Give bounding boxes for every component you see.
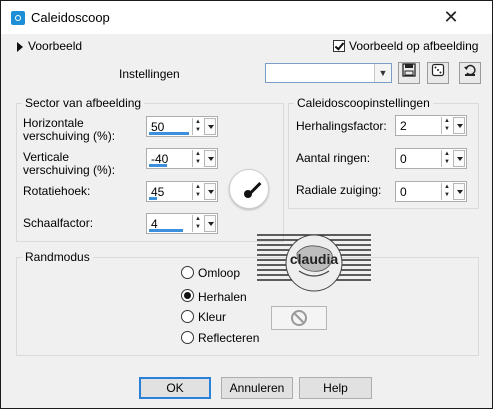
chevron-down-icon[interactable]: ▼ — [374, 64, 391, 82]
edge-option-color-radio[interactable] — [181, 310, 194, 323]
scale-label: Schaalfactor: — [23, 216, 94, 230]
h-offset-spinner[interactable]: 50 ▲ ▼ — [146, 116, 218, 137]
up-down-arrows-icon[interactable]: ▲ ▼ — [441, 117, 452, 134]
svg-text:claudia: claudia — [290, 251, 338, 267]
title-bar: Caleidoscoop ✕ — [1, 1, 492, 34]
h-offset-label-line2: verschuiving (%): — [23, 129, 116, 143]
kaleido-group-title: Caleidoscoopinstellingen — [294, 96, 433, 110]
disabled-icon — [291, 310, 307, 326]
window-title: Caleidoscoop — [31, 10, 110, 25]
dropdown-arrow-icon[interactable] — [453, 183, 465, 200]
v-offset-spinner[interactable]: -40 ▲ ▼ — [146, 148, 218, 169]
repeat-spinner[interactable]: 2 ▲ ▼ — [395, 115, 467, 136]
help-button[interactable]: Help — [299, 377, 372, 399]
repeat-value[interactable]: 2 — [400, 119, 407, 133]
edge-option-wrap-radio[interactable] — [181, 266, 194, 279]
up-down-arrows-icon[interactable]: ▲ ▼ — [441, 183, 452, 200]
expand-arrow-icon — [17, 41, 23, 52]
edge-option-repeat-radio[interactable] — [181, 289, 194, 302]
up-down-arrows-icon[interactable]: ▲ ▼ — [441, 150, 452, 167]
radial-value[interactable]: 0 — [400, 185, 407, 199]
rings-spinner[interactable]: 0 ▲ ▼ — [395, 148, 467, 169]
close-button[interactable]: ✕ — [441, 7, 461, 27]
preview-on-image-label: Voorbeeld op afbeelding — [349, 39, 479, 53]
sector-group-title: Sector van afbeelding — [22, 96, 145, 110]
edge-option-color-label[interactable]: Kleur — [198, 310, 226, 324]
preview-toggle-label: Voorbeeld — [28, 39, 83, 53]
h-offset-label-line1: Horizontale — [23, 116, 84, 130]
settings-label: Instellingen — [119, 67, 180, 81]
up-down-arrows-icon[interactable]: ▲ ▼ — [192, 150, 203, 167]
h-offset-bar — [149, 132, 189, 135]
rings-label: Aantal ringen: — [296, 151, 371, 165]
ok-button[interactable]: OK — [139, 377, 211, 399]
dropdown-arrow-icon[interactable] — [204, 183, 216, 200]
reset-button[interactable] — [459, 62, 481, 84]
dropdown-arrow-icon[interactable] — [204, 215, 216, 232]
v-offset-bar — [149, 164, 167, 167]
scale-bar — [149, 229, 183, 232]
up-down-arrows-icon[interactable]: ▲ ▼ — [192, 215, 203, 232]
dialog-window: Caleidoscoop ✕ Voorbeeld Voorbeeld op af… — [0, 0, 493, 409]
edge-color-swatch[interactable] — [271, 306, 327, 330]
save-preset-button[interactable] — [398, 62, 420, 84]
dropdown-arrow-icon[interactable] — [204, 150, 216, 167]
edge-option-reflect-label[interactable]: Reflecteren — [198, 331, 259, 345]
rotation-label: Rotatiehoek: — [23, 184, 91, 198]
cancel-button[interactable]: Annuleren — [221, 377, 293, 399]
up-down-arrows-icon[interactable]: ▲ ▼ — [192, 183, 203, 200]
claudia-watermark-logo: claudia — [257, 234, 371, 292]
repeat-label: Herhalingsfactor: — [296, 119, 387, 133]
edge-mode-title: Randmodus — [22, 250, 93, 264]
reset-icon — [464, 64, 476, 76]
rings-value[interactable]: 0 — [400, 152, 407, 166]
preview-on-image-checkbox[interactable] — [333, 40, 345, 52]
v-offset-label-line2: verschuiving (%): — [23, 163, 116, 177]
dropdown-arrow-icon[interactable] — [453, 150, 465, 167]
edge-option-reflect-radio[interactable] — [181, 331, 194, 344]
up-down-arrows-icon[interactable]: ▲ ▼ — [192, 118, 203, 135]
scale-spinner[interactable]: 4 ▲ ▼ — [146, 213, 218, 234]
dropdown-arrow-icon[interactable] — [453, 117, 465, 134]
rotation-dial[interactable] — [229, 169, 269, 209]
rotation-bar — [149, 197, 157, 200]
edge-option-repeat-label[interactable]: Herhalen — [198, 290, 247, 304]
settings-preset-combo[interactable]: ▼ — [265, 63, 392, 83]
random-button[interactable] — [427, 62, 449, 84]
radial-label: Radiale zuiging: — [296, 183, 382, 197]
app-icon — [11, 11, 25, 25]
rotation-spinner[interactable]: 45 ▲ ▼ — [146, 181, 218, 202]
v-offset-label-line1: Verticale — [23, 150, 70, 164]
edge-option-wrap-label[interactable]: Omloop — [198, 266, 240, 280]
radial-spinner[interactable]: 0 ▲ ▼ — [395, 181, 467, 202]
dropdown-arrow-icon[interactable] — [204, 118, 216, 135]
preview-toggle[interactable]: Voorbeeld — [17, 39, 82, 53]
dial-hub — [244, 190, 252, 198]
save-icon — [402, 63, 416, 77]
dice-icon — [431, 63, 445, 77]
